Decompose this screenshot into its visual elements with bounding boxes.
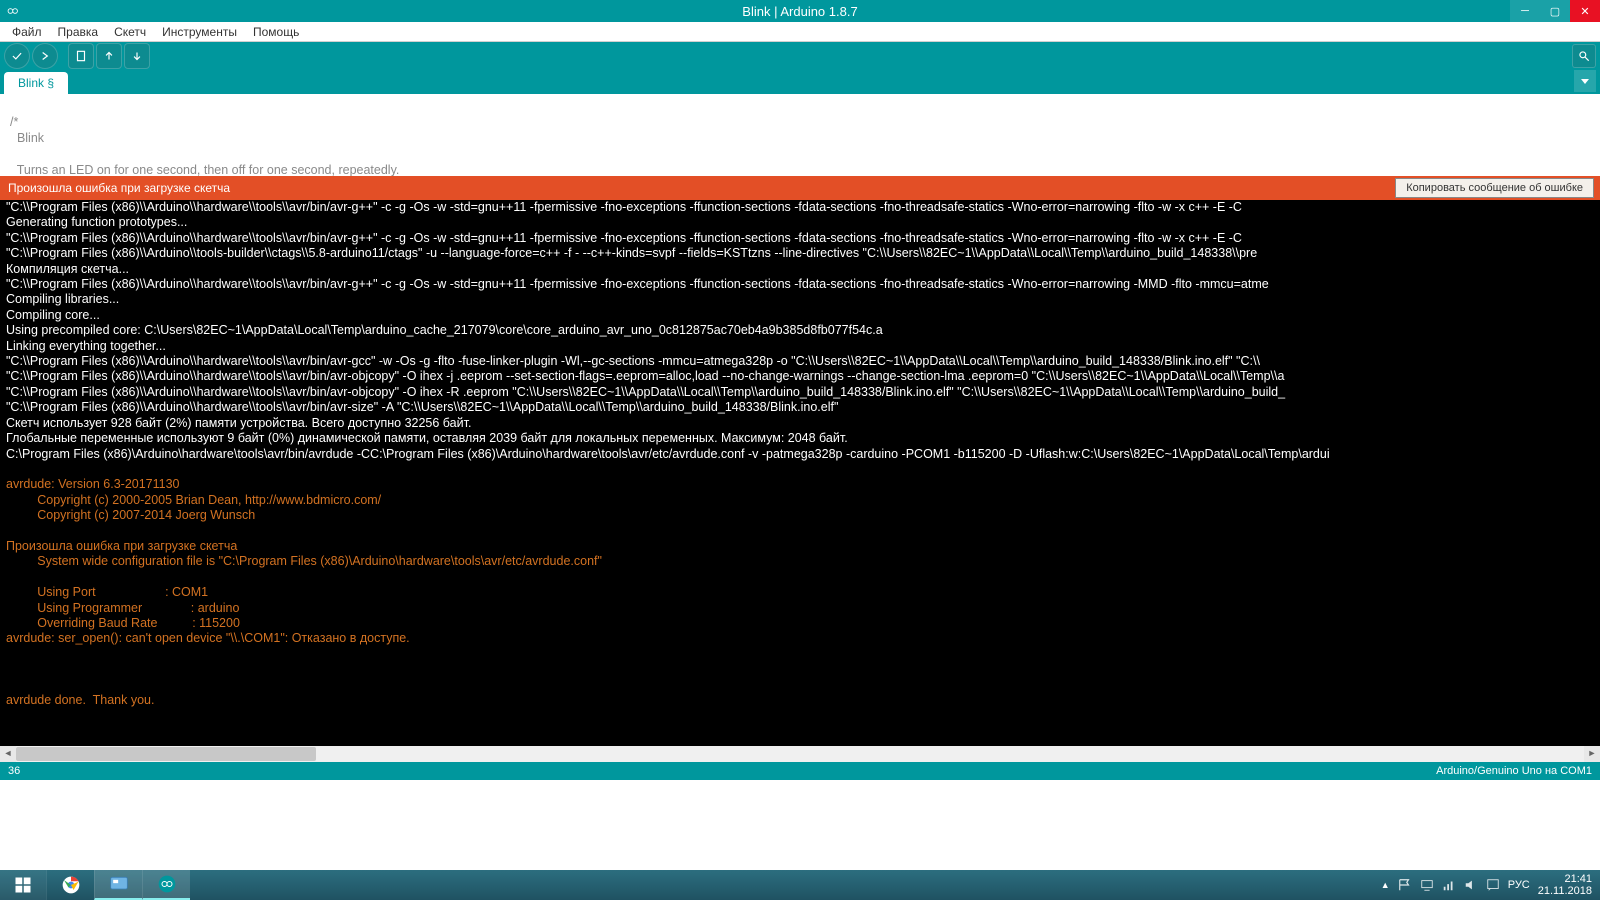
- console-line: [6, 570, 1594, 585]
- taskbar-clock[interactable]: 21:41 21.11.2018: [1538, 873, 1592, 897]
- devices-icon[interactable]: [1420, 878, 1434, 892]
- tab-menu-button[interactable]: [1574, 70, 1596, 92]
- serial-monitor-button[interactable]: [1572, 44, 1596, 68]
- system-tray: ▲ РУС 21:41 21.11.2018: [1381, 870, 1600, 900]
- status-board-port: Arduino/Genuino Uno на COM1: [1436, 765, 1592, 777]
- window-maximize-button[interactable]: ▢: [1540, 0, 1570, 22]
- verify-button[interactable]: [4, 43, 30, 69]
- menu-sketch[interactable]: Скетч: [106, 23, 154, 41]
- windows-taskbar: ▲ РУС 21:41 21.11.2018: [0, 870, 1600, 900]
- window-minimize-button[interactable]: ─: [1510, 0, 1540, 22]
- network-icon[interactable]: [1442, 878, 1456, 892]
- console-line: Using precompiled core: C:\Users\82EC~1\…: [6, 323, 1594, 338]
- copy-error-button[interactable]: Копировать сообщение об ошибке: [1395, 178, 1594, 198]
- toolbar: [0, 42, 1600, 70]
- console-line: Copyright (c) 2007-2014 Joerg Wunsch: [6, 508, 1594, 523]
- taskbar-app-1[interactable]: [94, 870, 142, 900]
- window-title: Blink | Arduino 1.8.7: [742, 4, 857, 19]
- console-line: avrdude done. Thank you.: [6, 693, 1594, 708]
- editor-line: Blink: [10, 131, 44, 145]
- console-line: avrdude: ser_open(): can't open device "…: [6, 631, 1594, 646]
- console-line: "C:\\Program Files (x86)\\Arduino\\hardw…: [6, 277, 1594, 292]
- console-line: Generating function prototypes...: [6, 215, 1594, 230]
- editor-line: Turns an LED on for one second, then off…: [10, 163, 399, 176]
- status-line-number: 36: [8, 765, 20, 777]
- console-line: "C:\\Program Files (x86)\\Arduino\\tools…: [6, 246, 1594, 261]
- menu-file[interactable]: Файл: [4, 23, 50, 41]
- scroll-left-arrow[interactable]: ◄: [0, 746, 16, 762]
- console-line: Using Port : COM1: [6, 585, 1594, 600]
- volume-icon[interactable]: [1464, 878, 1478, 892]
- console-line: "C:\\Program Files (x86)\\Arduino\\hardw…: [6, 354, 1594, 369]
- sketch-tab[interactable]: Blink §: [4, 72, 68, 94]
- action-center-icon[interactable]: [1486, 878, 1500, 892]
- console-line: "C:\\Program Files (x86)\\Arduino\\hardw…: [6, 385, 1594, 400]
- console-line: C:\Program Files (x86)\Arduino\hardware\…: [6, 447, 1594, 462]
- taskbar-arduino[interactable]: [142, 870, 190, 900]
- editor-line: /*: [10, 115, 18, 129]
- arduino-app-icon: [0, 0, 22, 22]
- console-line: Compiling core...: [6, 308, 1594, 323]
- console-line: [6, 662, 1594, 677]
- clock-time: 21:41: [1538, 873, 1592, 885]
- console-line: [6, 647, 1594, 662]
- horizontal-scrollbar[interactable]: ◄ ►: [0, 746, 1600, 762]
- scroll-thumb[interactable]: [16, 747, 316, 761]
- flag-icon[interactable]: [1398, 878, 1412, 892]
- taskbar-chrome[interactable]: [46, 870, 94, 900]
- console-line: "C:\\Program Files (x86)\\Arduino\\hardw…: [6, 200, 1594, 215]
- code-editor[interactable]: /* Blink Turns an LED on for one second,…: [0, 94, 1600, 176]
- window-titlebar: Blink | Arduino 1.8.7 ─ ▢ ✕: [0, 0, 1600, 22]
- console-line: "C:\\Program Files (x86)\\Arduino\\hardw…: [6, 231, 1594, 246]
- start-button[interactable]: [0, 870, 46, 900]
- console-line: Copyright (c) 2000-2005 Brian Dean, http…: [6, 493, 1594, 508]
- upload-button[interactable]: [32, 43, 58, 69]
- menu-bar: Файл Правка Скетч Инструменты Помощь: [0, 22, 1600, 42]
- console-line: Overriding Baud Rate : 115200: [6, 616, 1594, 631]
- menu-tools[interactable]: Инструменты: [154, 23, 245, 41]
- window-close-button[interactable]: ✕: [1570, 0, 1600, 22]
- console-line: Произошла ошибка при загрузке скетча: [6, 539, 1594, 554]
- console-output[interactable]: "C:\\Program Files (x86)\\Arduino\\hardw…: [0, 200, 1600, 762]
- error-bar: Произошла ошибка при загрузке скетча Коп…: [0, 176, 1600, 200]
- open-button[interactable]: [96, 43, 122, 69]
- console-line: System wide configuration file is "C:\Pr…: [6, 554, 1594, 569]
- console-line: [6, 678, 1594, 693]
- menu-help[interactable]: Помощь: [245, 23, 307, 41]
- console-line: Linking everything together...: [6, 339, 1594, 354]
- console-line: Скетч использует 928 байт (2%) памяти ус…: [6, 416, 1594, 431]
- scroll-right-arrow[interactable]: ►: [1584, 746, 1600, 762]
- status-bar: 36 Arduino/Genuino Uno на COM1: [0, 762, 1600, 780]
- console-line: avrdude: Version 6.3-20171130: [6, 477, 1594, 492]
- console-line: [6, 462, 1594, 477]
- tray-up-icon[interactable]: ▲: [1381, 880, 1390, 890]
- console-line: Using Programmer : arduino: [6, 601, 1594, 616]
- save-button[interactable]: [124, 43, 150, 69]
- console-line: [6, 708, 1594, 723]
- console-line: Compiling libraries...: [6, 292, 1594, 307]
- menu-edit[interactable]: Правка: [50, 23, 107, 41]
- error-message: Произошла ошибка при загрузке скетча: [8, 181, 230, 195]
- tab-bar: Blink §: [0, 70, 1600, 94]
- console-line: Компиляция скетча...: [6, 262, 1594, 277]
- console-line: [6, 524, 1594, 539]
- console-line: "C:\\Program Files (x86)\\Arduino\\hardw…: [6, 369, 1594, 384]
- console-line: "C:\\Program Files (x86)\\Arduino\\hardw…: [6, 400, 1594, 415]
- clock-date: 21.11.2018: [1538, 885, 1592, 897]
- new-button[interactable]: [68, 43, 94, 69]
- console-line: Глобальные переменные используют 9 байт …: [6, 431, 1594, 446]
- language-indicator[interactable]: РУС: [1508, 879, 1530, 891]
